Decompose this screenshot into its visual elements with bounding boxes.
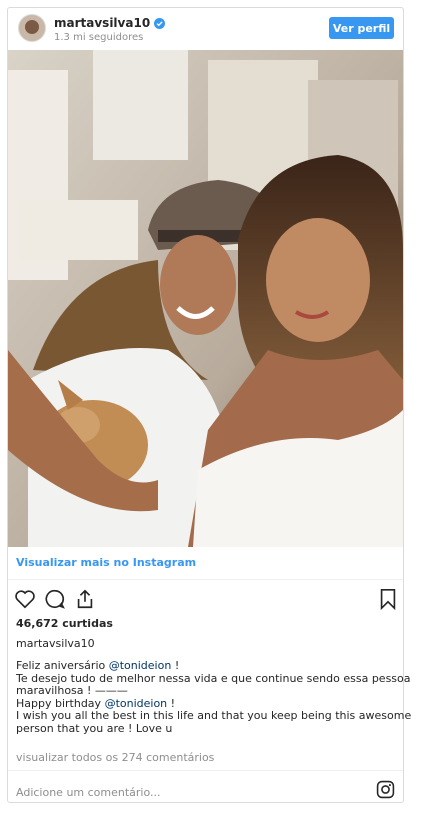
post-photo[interactable] bbox=[8, 50, 403, 547]
heart-icon[interactable] bbox=[14, 588, 36, 610]
mention-link[interactable]: @tonideion bbox=[105, 697, 168, 710]
caption-line: person that you are ! Love u bbox=[16, 721, 173, 735]
caption-line: I wish you all the best in this life and… bbox=[16, 709, 412, 722]
caption-text: ! bbox=[167, 696, 176, 710]
divider bbox=[8, 579, 403, 580]
follower-count: 1.3 mi seguidores bbox=[54, 32, 144, 43]
comment-icon[interactable] bbox=[44, 588, 66, 610]
caption-text: ! bbox=[171, 659, 180, 672]
instagram-icon[interactable] bbox=[376, 780, 395, 799]
action-bar bbox=[14, 588, 399, 612]
instagram-embed-card: martavsilva10 1.3 mi seguidores Ver perf… bbox=[7, 7, 412, 803]
avatar[interactable] bbox=[18, 14, 46, 42]
post-caption: Feliz aniversário @tonideion ! Te desejo… bbox=[16, 659, 412, 735]
verified-badge-icon bbox=[154, 17, 166, 29]
caption-author[interactable]: martavsilva10 bbox=[16, 637, 95, 650]
mention-link[interactable]: @tonideion bbox=[109, 659, 172, 672]
caption-line: Feliz aniversário @tonideion ! bbox=[16, 659, 396, 673]
username[interactable]: martavsilva10 bbox=[54, 16, 150, 30]
divider bbox=[8, 770, 403, 771]
comment-input[interactable]: Adicione um comentário... bbox=[16, 786, 161, 799]
username-row: martavsilva10 bbox=[54, 16, 166, 30]
caption-text: Happy birthday bbox=[16, 696, 105, 710]
bookmark-icon[interactable] bbox=[377, 588, 399, 610]
share-icon[interactable] bbox=[74, 588, 96, 610]
caption-text: Feliz aniversário bbox=[16, 659, 109, 672]
view-comments-link[interactable]: visualizar todos os 274 comentários bbox=[16, 751, 214, 764]
post-header: martavsilva10 1.3 mi seguidores Ver perf… bbox=[8, 8, 403, 50]
view-profile-button[interactable]: Ver perfil bbox=[329, 17, 394, 39]
view-more-link[interactable]: Visualizar mais no Instagram bbox=[16, 556, 196, 569]
like-count[interactable]: 46,672 curtidas bbox=[16, 617, 113, 630]
